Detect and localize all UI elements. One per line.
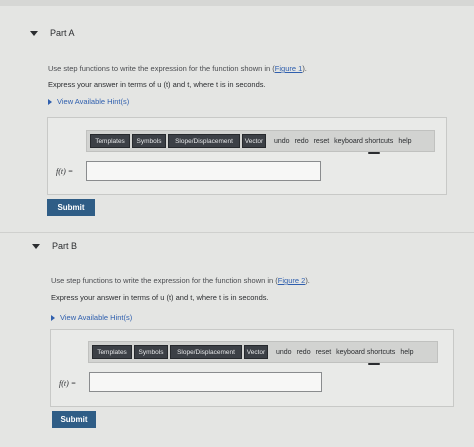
part-b-submit-button[interactable]: Submit bbox=[52, 411, 96, 428]
part-a-hints-link[interactable]: View Available Hint(s) bbox=[48, 97, 129, 106]
part-b-instruction: Express your answer in terms of u (t) an… bbox=[51, 293, 269, 302]
help-button[interactable]: help bbox=[400, 349, 413, 356]
redo-button[interactable]: redo bbox=[295, 138, 309, 145]
templates-button[interactable]: Templates bbox=[90, 134, 130, 148]
part-b-prompt: Use step functions to write the expressi… bbox=[51, 276, 310, 285]
part-a-prompt: Use step functions to write the expressi… bbox=[48, 64, 307, 73]
part-a-submit-button[interactable]: Submit bbox=[47, 199, 95, 216]
expand-triangle-icon bbox=[51, 314, 55, 321]
vector-button[interactable]: Vector bbox=[244, 345, 268, 359]
reset-button[interactable]: reset bbox=[314, 138, 330, 145]
redo-button[interactable]: redo bbox=[297, 349, 311, 356]
figure-1-link[interactable]: Figure 1 bbox=[275, 64, 303, 73]
part-b-title: Part B bbox=[52, 241, 78, 251]
symbols-button[interactable]: Symbols bbox=[132, 134, 166, 148]
slope-displacement-button[interactable]: Slope/Displacement bbox=[170, 345, 242, 359]
keyboard-underline-icon bbox=[368, 363, 380, 365]
symbols-button[interactable]: Symbols bbox=[134, 345, 168, 359]
part-b-equation-label: f(t) = bbox=[59, 379, 77, 388]
collapse-caret-icon bbox=[30, 30, 38, 36]
templates-button[interactable]: Templates bbox=[92, 345, 132, 359]
part-a-title: Part A bbox=[50, 28, 75, 38]
figure-2-link[interactable]: Figure 2 bbox=[278, 276, 306, 285]
vector-button[interactable]: Vector bbox=[242, 134, 266, 148]
part-b-hints-link[interactable]: View Available Hint(s) bbox=[51, 313, 132, 322]
part-b-header[interactable]: Part B bbox=[32, 241, 77, 251]
part-a-equation-label: f(t) = bbox=[56, 167, 74, 176]
undo-button[interactable]: undo bbox=[274, 138, 290, 145]
expand-triangle-icon bbox=[48, 98, 52, 105]
part-a-instruction: Express your answer in terms of u (t) an… bbox=[48, 80, 266, 89]
undo-button[interactable]: undo bbox=[276, 349, 292, 356]
part-a-answer-input[interactable] bbox=[86, 161, 321, 181]
part-a-header[interactable]: Part A bbox=[30, 28, 75, 38]
part-b-math-toolbar: Templates Symbols Slope/Displacement Vec… bbox=[88, 341, 438, 363]
part-a-answer-area bbox=[47, 117, 447, 195]
section-divider bbox=[0, 232, 474, 233]
slope-displacement-button[interactable]: Slope/Displacement bbox=[168, 134, 240, 148]
keyboard-shortcuts-button[interactable]: keyboard shortcuts bbox=[336, 349, 395, 356]
reset-button[interactable]: reset bbox=[316, 349, 332, 356]
part-a-math-toolbar: Templates Symbols Slope/Displacement Vec… bbox=[86, 130, 435, 152]
collapse-caret-icon bbox=[32, 243, 40, 249]
keyboard-underline-icon bbox=[368, 152, 380, 154]
top-bar bbox=[0, 0, 474, 6]
part-b-answer-input[interactable] bbox=[89, 372, 322, 392]
keyboard-shortcuts-button[interactable]: keyboard shortcuts bbox=[334, 138, 393, 145]
help-button[interactable]: help bbox=[398, 138, 411, 145]
